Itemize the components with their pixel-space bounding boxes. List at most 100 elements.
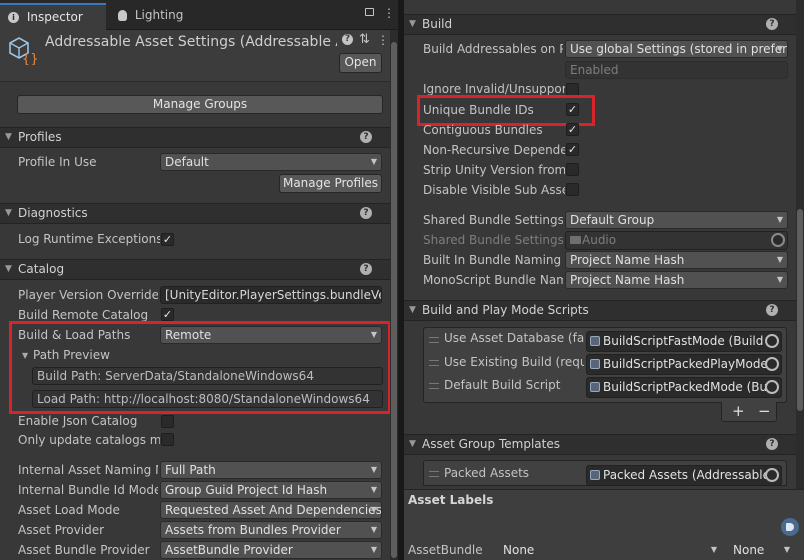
scriptable-object-icon [590, 336, 600, 346]
help-icon[interactable]: ? [360, 263, 372, 275]
asset-group-templates-section-header[interactable]: ▼ Asset Group Templates ? [404, 434, 796, 455]
only-update-catalogs-label: Only update catalogs ma [18, 433, 160, 447]
add-item-button[interactable]: + [732, 401, 745, 421]
inspector-panel: i Inspector Lighting ⋮ {} Addressable As… [0, 0, 398, 560]
log-runtime-exceptions-checkbox[interactable]: ✓ [161, 233, 174, 246]
object-picker-icon[interactable] [765, 334, 779, 348]
diagnostics-section-header[interactable]: ▼ Diagnostics ? [0, 203, 390, 224]
template-item-value: Packed Assets (Addressable [603, 468, 771, 482]
profile-dropdown-value: Default [165, 155, 209, 169]
enable-json-catalog-label: Enable Json Catalog [18, 414, 138, 428]
expand-arrow-icon: ▼ [409, 439, 416, 449]
non-recursive-checkbox[interactable]: ✓ [566, 143, 579, 156]
asset-bundle-provider-label: Asset Bundle Provider [18, 543, 150, 557]
build-remote-catalog-checkbox[interactable]: ✓ [161, 308, 174, 321]
object-picker-icon[interactable] [765, 468, 779, 482]
open-button[interactable]: Open [339, 53, 382, 73]
build-script-value-1: BuildScriptPackedPlayMode [603, 357, 768, 371]
internal-bundle-id-label: Internal Bundle Id Mode [18, 483, 158, 497]
only-update-catalogs-checkbox[interactable] [161, 433, 174, 446]
tab-inspector[interactable]: i Inspector [0, 3, 106, 30]
expand-arrow-icon: ▼ [5, 264, 12, 274]
highlight-box [9, 321, 391, 414]
profiles-title: Profiles [18, 130, 62, 144]
help-icon[interactable]: ? [342, 34, 353, 45]
build-addressables-dropdown[interactable]: Use global Settings (stored in prefer ▼ [565, 40, 788, 58]
built-in-bundle-naming-dropdown[interactable]: Project Name Hash ▼ [565, 251, 788, 269]
assetbundle-variant-value: None [733, 543, 765, 557]
build-script-field-0[interactable]: BuildScriptFastMode (Build S [586, 331, 782, 352]
drag-handle-icon[interactable] [429, 383, 439, 389]
internal-bundle-id-dropdown[interactable]: Group Guid Project Id Hash ▼ [160, 481, 382, 499]
strip-unity-version-checkbox[interactable] [566, 163, 579, 176]
object-picker-icon[interactable] [771, 233, 785, 247]
lightbulb-icon [118, 10, 127, 21]
log-runtime-exceptions-label: Log Runtime Exceptions [18, 232, 160, 246]
object-picker-icon[interactable] [765, 357, 779, 371]
chevron-down-icon: ▼ [370, 157, 377, 166]
build-script-field-1[interactable]: BuildScriptPackedPlayMode [586, 354, 782, 375]
manage-profiles-button[interactable]: Manage Profiles [279, 174, 382, 193]
player-version-override-label: Player Version Override [18, 288, 158, 302]
expand-arrow-icon: ▼ [5, 132, 12, 142]
build-script-field-2[interactable]: BuildScriptPackedMode (Bui [586, 377, 782, 398]
shared-bundle-settings-dropdown[interactable]: Default Group ▼ [565, 211, 788, 229]
monoscript-bundle-naming-label: MonoScript Bundle Nami [423, 273, 563, 287]
tab-lighting[interactable]: Lighting [110, 3, 200, 30]
chevron-down-icon: ▼ [776, 275, 783, 284]
help-icon[interactable]: ? [766, 304, 778, 316]
help-icon[interactable]: ? [360, 131, 372, 143]
manage-groups-button[interactable]: Manage Groups [17, 95, 383, 114]
help-icon[interactable]: ? [360, 207, 372, 219]
template-item-field[interactable]: Packed Assets (Addressable [586, 465, 782, 486]
settings-continued-panel: ▼ Build ? Build Addressables on Pl Use g… [404, 0, 804, 560]
build-title: Build [422, 17, 453, 31]
strip-unity-version-label: Strip Unity Version from [423, 163, 565, 177]
asset-bundle-provider-value: AssetBundle Provider [165, 543, 293, 557]
monoscript-bundle-naming-value: Project Name Hash [570, 273, 685, 287]
label-tag-icon[interactable] [781, 518, 799, 536]
build-play-mode-section-header[interactable]: ▼ Build and Play Mode Scripts ? [404, 300, 796, 321]
asset-provider-dropdown[interactable]: Assets from Bundles Provider ▼ [160, 521, 382, 539]
monoscript-bundle-naming-dropdown[interactable]: Project Name Hash ▼ [565, 271, 788, 289]
left-scrollbar[interactable] [390, 30, 398, 560]
left-scrollbar-thumb[interactable] [391, 42, 397, 558]
enable-json-catalog-checkbox[interactable] [161, 415, 174, 428]
shared-bundle-group-value: Audio [582, 233, 617, 247]
remove-item-button[interactable]: − [758, 401, 771, 421]
drag-handle-icon[interactable] [429, 337, 439, 343]
object-picker-icon[interactable] [765, 380, 779, 394]
assetbundle-name-dropdown[interactable]: None ▼ [498, 541, 722, 559]
catalog-section-header[interactable]: ▼ Catalog ? [0, 259, 390, 280]
chevron-down-icon: ▼ [370, 465, 377, 474]
profile-dropdown[interactable]: Default ▼ [160, 153, 382, 171]
help-icon[interactable]: ? [766, 18, 778, 30]
assetbundle-variant-dropdown[interactable]: None ▼ [728, 541, 795, 559]
help-icon[interactable]: ? [766, 438, 778, 450]
profiles-section-header[interactable]: ▼ Profiles ? [0, 127, 390, 148]
ignore-invalid-label: Ignore Invalid/Unsupport [423, 82, 565, 96]
asset-bundle-provider-dropdown[interactable]: AssetBundle Provider ▼ [160, 541, 382, 559]
folder-icon [570, 236, 581, 244]
asset-load-mode-dropdown[interactable]: Requested Asset And Dependencies ▼ [160, 501, 382, 519]
disable-visible-sub-checkbox[interactable] [566, 183, 579, 196]
more-options-icon[interactable]: ⋮ [383, 4, 395, 22]
lock-icon[interactable] [365, 8, 374, 16]
scriptable-object-icon [590, 382, 600, 392]
scriptable-object-icon [590, 470, 600, 480]
build-section-header[interactable]: ▼ Build ? [404, 14, 796, 35]
drag-handle-icon[interactable] [429, 471, 439, 477]
contiguous-bundles-checkbox[interactable]: ✓ [566, 123, 579, 136]
player-version-override-field[interactable]: [UnityEditor.PlayerSettings.bundleVers [160, 286, 382, 304]
drag-handle-icon[interactable] [429, 360, 439, 366]
shared-bundle-group-field: Audio [565, 231, 788, 250]
right-scrollbar[interactable] [796, 0, 804, 489]
tab-lighting-label: Lighting [134, 8, 184, 22]
built-in-bundle-naming-label: Built In Bundle Naming Pr [423, 253, 563, 267]
internal-asset-naming-dropdown[interactable]: Full Path ▼ [160, 461, 382, 479]
header-more-icon[interactable]: ⋮ [377, 31, 389, 49]
presets-icon[interactable]: ⇅ [359, 31, 370, 49]
shared-bundle-settings-label: Shared Bundle Settings [423, 213, 563, 227]
right-scrollbar-thumb[interactable] [797, 209, 803, 411]
build-script-label-2: Default Build Script [444, 378, 561, 392]
